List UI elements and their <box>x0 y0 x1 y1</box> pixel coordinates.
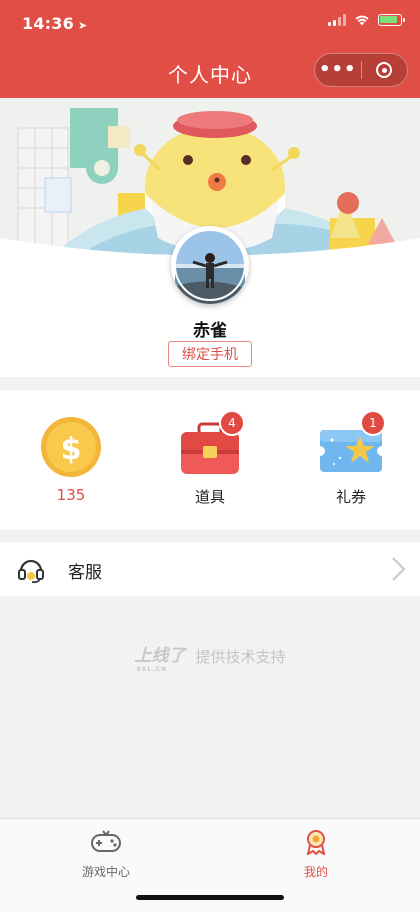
chevron-right-icon <box>392 557 406 581</box>
tab-game-center[interactable]: 游戏中心 <box>56 829 156 880</box>
customer-service-label: 客服 <box>68 563 102 583</box>
tab-mine-label: 我的 <box>303 865 328 879</box>
coins-item[interactable]: $ 135 <box>21 414 121 504</box>
headset-icon <box>18 559 44 584</box>
assets-panel: $ 135 4 道具 1 礼券 <box>0 390 420 530</box>
props-item[interactable]: 4 道具 <box>160 410 260 507</box>
gamepad-icon <box>91 830 121 852</box>
header-bar: 14:36 ➤ 个人中心 ••• <box>0 0 420 98</box>
home-indicator <box>136 895 284 900</box>
coupons-item[interactable]: 1 礼券 <box>301 410 401 507</box>
medal-icon <box>306 830 326 857</box>
coupon-icon: 1 <box>315 410 387 480</box>
bind-phone-button[interactable]: 绑定手机 <box>168 341 252 367</box>
tab-mine[interactable]: 我的 <box>266 829 366 880</box>
avatar[interactable] <box>171 226 249 304</box>
logo-text: 上线了 <box>134 646 186 666</box>
coupons-label: 礼券 <box>335 488 366 506</box>
profile-card: 赤雀 绑定手机 <box>0 98 420 377</box>
props-label: 道具 <box>194 488 225 506</box>
wifi-icon <box>355 15 369 26</box>
cellular-signal-icon <box>328 14 346 26</box>
tab-game-center-label: 游戏中心 <box>81 865 130 879</box>
mini-program-capsule: ••• <box>314 53 408 87</box>
status-icons <box>328 14 405 26</box>
close-button[interactable] <box>361 62 407 78</box>
svg-text:$: $ <box>61 432 82 467</box>
tech-support-credit: 上线了 SXL.CN 提供技术支持 <box>0 646 420 673</box>
status-time-text: 14:36 <box>22 14 74 33</box>
props-badge: 4 <box>219 410 245 436</box>
customer-service-row[interactable]: 客服 <box>0 542 420 596</box>
coin-count: 135 <box>56 486 86 504</box>
status-time: 14:36 ➤ <box>22 14 87 33</box>
close-target-icon <box>376 62 393 78</box>
support-text: 提供技术支持 <box>195 648 286 666</box>
coin-icon: $ <box>38 414 104 480</box>
avatar-photo <box>171 226 249 304</box>
logo-subtext: SXL.CN <box>136 666 167 673</box>
battery-icon <box>378 14 405 26</box>
toolbox-icon: 4 <box>177 410 245 480</box>
more-button[interactable]: ••• <box>315 61 361 79</box>
user-name: 赤雀 <box>193 321 227 341</box>
sxl-logo: 上线了 SXL.CN <box>134 646 186 673</box>
coupons-badge: 1 <box>360 410 386 436</box>
status-bar: 14:36 ➤ <box>0 0 420 44</box>
location-arrow-icon: ➤ <box>77 19 88 32</box>
